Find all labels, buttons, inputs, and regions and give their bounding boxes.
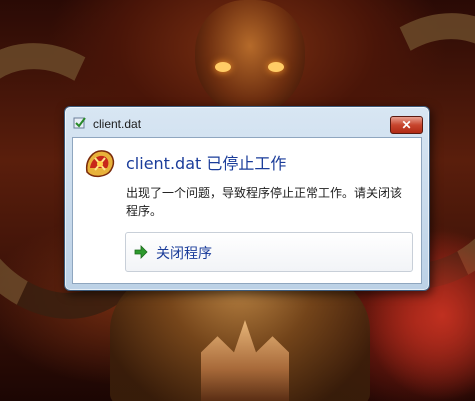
title-bar[interactable]: client.dat ✕ bbox=[65, 107, 429, 136]
glowing-eye-art bbox=[268, 62, 284, 72]
close-button[interactable]: ✕ bbox=[390, 116, 423, 134]
close-program-button[interactable]: 关闭程序 bbox=[125, 232, 413, 272]
demon-face-art bbox=[195, 0, 305, 115]
error-dialog: client.dat ✕ client.dat 已停止工作 出现了一个问题，导致… bbox=[64, 106, 430, 291]
glowing-eye-art bbox=[215, 62, 231, 72]
green-arrow-icon bbox=[134, 245, 148, 259]
close-icon: ✕ bbox=[401, 118, 412, 132]
dialog-heading: client.dat 已停止工作 bbox=[126, 154, 287, 173]
program-check-icon bbox=[73, 117, 86, 129]
close-program-label: 关闭程序 bbox=[156, 246, 212, 262]
dialog-content: client.dat 已停止工作 出现了一个问题，导致程序停止正常工作。请关闭该… bbox=[72, 137, 422, 284]
game-logo-icon bbox=[85, 150, 115, 178]
window-title: client.dat bbox=[93, 117, 142, 131]
dialog-message: 出现了一个问题，导致程序停止正常工作。请关闭该程序。 bbox=[126, 186, 403, 218]
